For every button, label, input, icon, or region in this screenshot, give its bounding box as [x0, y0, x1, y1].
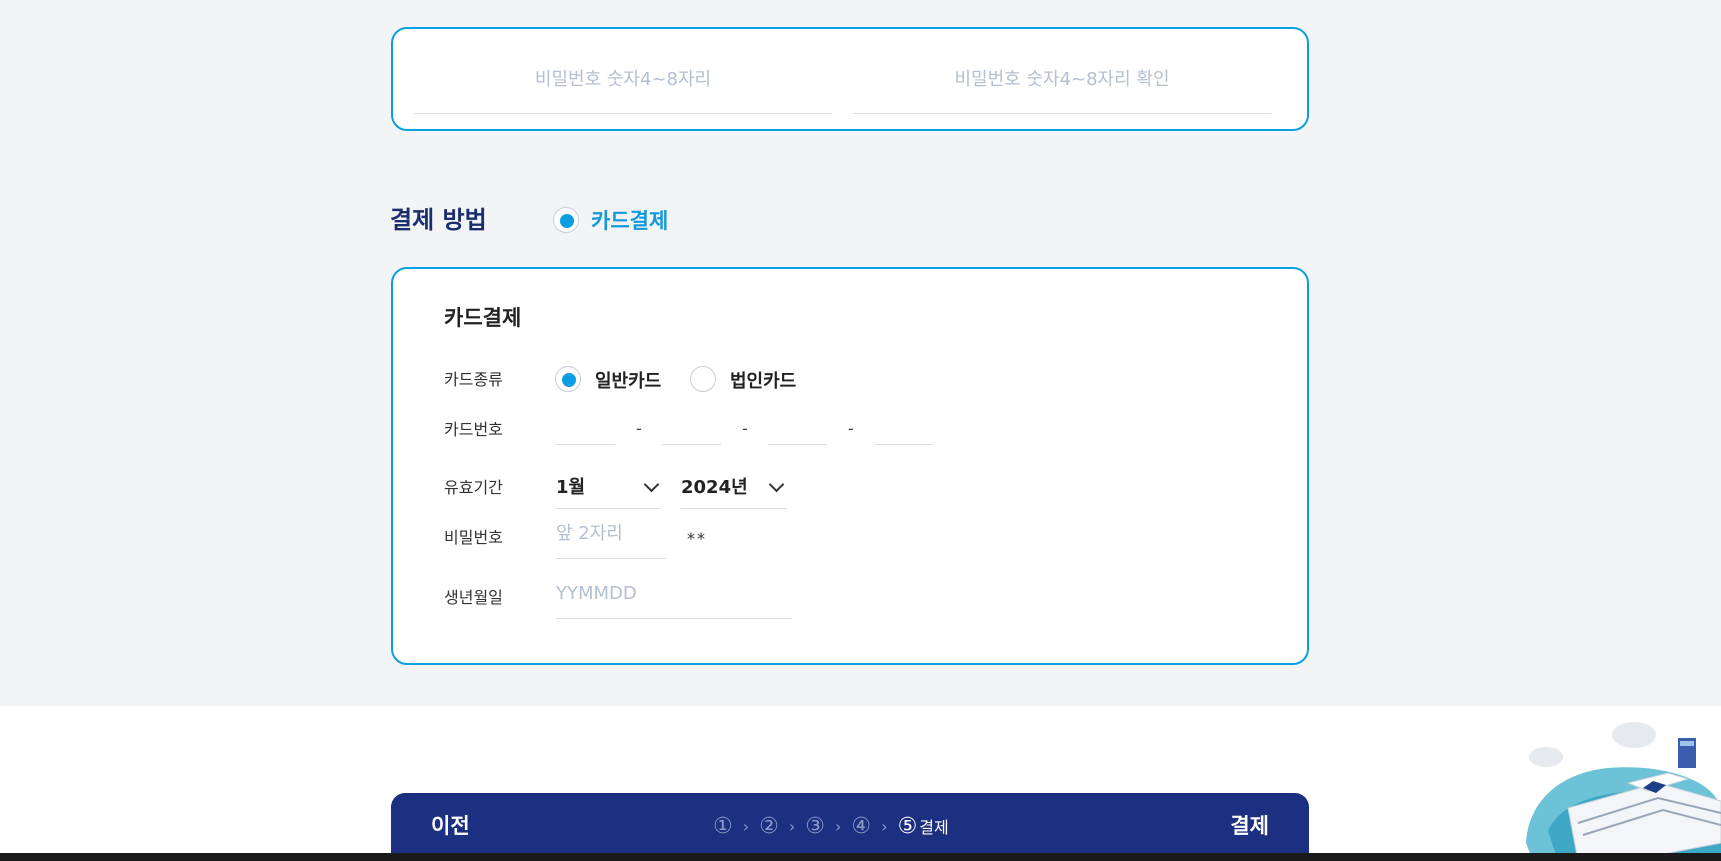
chevron-down-icon [643, 476, 660, 493]
ferry-illustration [1526, 722, 1721, 861]
card-payment-label[interactable]: 카드결제 [591, 205, 668, 235]
step-2: ② [759, 813, 779, 839]
prev-button[interactable]: 이전 [431, 810, 470, 840]
expiry-year-select[interactable]: 2024년 [681, 469, 787, 509]
card-payment-title: 카드결제 [444, 306, 522, 330]
personal-card-label[interactable]: 일반카드 [595, 367, 661, 393]
reservation-password-box [391, 27, 1309, 131]
chevron-down-icon [768, 476, 785, 493]
card-number-separator: - [636, 419, 642, 438]
birth-date-label: 생년월일 [444, 588, 503, 607]
card-number-part-1[interactable] [556, 409, 615, 445]
expiry-label: 유효기간 [444, 478, 503, 497]
password-input[interactable] [414, 57, 832, 114]
card-payment-radio[interactable] [553, 207, 579, 233]
chevron-right-icon: › [742, 816, 750, 836]
bottom-strip [0, 853, 1721, 861]
bottom-navigation-bar: 이전 ① › ② › ③ › ④ › ⑤ 결제 결제 [391, 793, 1309, 861]
corporate-card-label[interactable]: 법인카드 [730, 367, 796, 393]
corporate-card-radio[interactable] [690, 366, 716, 392]
password-confirm-input[interactable] [853, 57, 1271, 114]
chevron-right-icon: › [881, 816, 888, 836]
card-number-separator: - [848, 419, 854, 438]
card-number-part-4[interactable] [874, 409, 933, 445]
step-indicator: ① › ② › ③ › ④ › ⑤ 결제 [713, 811, 949, 841]
card-password-input[interactable] [556, 519, 666, 559]
card-password-label: 비밀번호 [444, 528, 503, 547]
card-type-label: 카드종류 [444, 370, 503, 389]
step-3: ③ [805, 813, 826, 839]
password-mask: ** [687, 529, 707, 548]
step-4: ④ [851, 813, 872, 839]
step-1: ① [713, 813, 733, 839]
card-number-label: 카드번호 [444, 420, 503, 439]
card-payment-box: 카드결제 카드종류 일반카드 법인카드 카드번호 - - - 유효기간 1월 2… [391, 267, 1309, 665]
birth-date-input[interactable] [556, 579, 792, 619]
card-number-part-3[interactable] [768, 409, 827, 445]
current-step-label: 결제 [919, 818, 949, 837]
card-number-separator: - [742, 419, 748, 438]
personal-card-radio[interactable] [555, 366, 581, 392]
expiry-month-select[interactable]: 1월 [556, 469, 660, 509]
step-5-current: ⑤ [897, 813, 918, 839]
expiry-month-value: 1월 [556, 477, 586, 498]
payment-method-title: 결제 방법 [390, 206, 487, 234]
pay-button[interactable]: 결제 [1230, 810, 1269, 840]
chevron-right-icon: › [835, 816, 842, 836]
card-number-part-2[interactable] [662, 409, 721, 445]
chevron-right-icon: › [788, 816, 796, 836]
expiry-year-value: 2024년 [681, 477, 748, 498]
